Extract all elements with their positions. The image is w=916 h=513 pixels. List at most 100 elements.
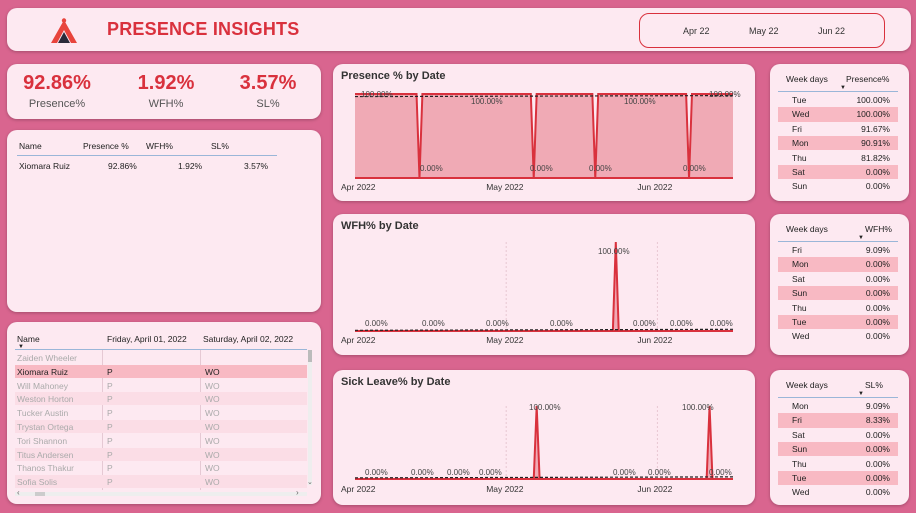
- table-row[interactable]: Sat 0.00%: [778, 428, 898, 442]
- attendance-cell-apr01: P: [107, 477, 113, 488]
- company-logo-icon: [51, 18, 77, 43]
- weekday-cell-day: Wed: [792, 109, 810, 120]
- slicer-option-jun[interactable]: Jun 22: [818, 26, 845, 36]
- data-label: 0.00%: [420, 164, 443, 173]
- table-row[interactable]: Thanos Thakur P WO: [15, 461, 307, 474]
- weekday-header-value[interactable]: Presence%: [846, 74, 889, 84]
- weekday-cell-value: 0.00%: [865, 259, 890, 270]
- data-label: 0.00%: [530, 164, 553, 173]
- x-tick-label: Jun 2022: [637, 335, 672, 345]
- table-row[interactable]: Weston Horton P WO: [15, 392, 307, 406]
- trend-line: [354, 476, 734, 479]
- weekday-header-divider: [778, 397, 898, 398]
- table-row[interactable]: Tori Shannon P WO: [15, 434, 307, 447]
- attendance-header-apr01[interactable]: Friday, April 01, 2022: [107, 334, 187, 344]
- data-label: 100.00%: [624, 97, 656, 106]
- weekday-cell-day: Tue: [792, 317, 807, 327]
- vertical-scrollbar[interactable]: [308, 350, 312, 485]
- table-row[interactable]: Trystan Ortega P WO: [15, 420, 307, 433]
- weekday-cell-day: Fri: [792, 245, 802, 255]
- attendance-cell-apr02: WO: [205, 477, 220, 488]
- table-row[interactable]: Mon 9.09%: [778, 399, 898, 413]
- weekday-header-value[interactable]: WFH%: [865, 224, 892, 234]
- summary-header-sl[interactable]: SL%: [211, 141, 229, 151]
- table-row[interactable]: Mon 90.91%: [778, 136, 898, 151]
- summary-cell-name: Xiomara Ruiz: [19, 161, 71, 171]
- summary-cell-presence: 92.86%: [108, 161, 137, 171]
- attendance-cell-apr01: P: [107, 408, 113, 419]
- table-row[interactable]: Tue 0.00%: [778, 315, 898, 330]
- attendance-cell-apr02: WO: [205, 435, 220, 446]
- weekday-cell-value: 0.00%: [865, 458, 890, 469]
- wfh-chart[interactable]: WFH% by Date 0.00% 0.00% 0.00% 0.00% 100.00%…: [333, 214, 755, 355]
- table-row[interactable]: Fri 91.67%: [778, 122, 898, 136]
- attendance-cell-apr02: WO: [205, 366, 220, 377]
- weekday-header-day[interactable]: Week days: [786, 380, 828, 390]
- x-tick-label: Jun 2022: [637, 484, 672, 494]
- summary-header-name[interactable]: Name: [19, 141, 42, 151]
- attendance-cell-name: Tucker Austin: [17, 408, 69, 419]
- table-row[interactable]: Fri 9.09%: [778, 243, 898, 257]
- data-label: 0.00%: [670, 319, 693, 328]
- weekday-sl-table: Week days SL% ▼ Mon 9.09% Fri 8.33% Sat 0.00% Sun…: [770, 370, 909, 505]
- attendance-cell-apr01: P: [107, 394, 113, 405]
- weekday-cell-day: Sun: [792, 288, 808, 299]
- weekday-cell-value: 100.00%: [856, 109, 890, 120]
- table-row[interactable]: Titus Andersen P WO: [15, 447, 307, 461]
- attendance-cell-name: Titus Andersen: [17, 449, 74, 460]
- weekday-cell-day: Sun: [792, 444, 808, 455]
- table-row[interactable]: Sun 0.00%: [778, 286, 898, 301]
- scroll-left-icon[interactable]: ‹: [17, 488, 20, 497]
- table-row[interactable]: Xiomara Ruiz P WO: [15, 364, 307, 378]
- attendance-cell-apr02: WO: [205, 394, 220, 405]
- x-tick-label: May 2022: [486, 182, 524, 192]
- weekday-header-value[interactable]: SL%: [865, 380, 883, 390]
- table-row[interactable]: Sat 0.00%: [778, 165, 898, 180]
- presence-chart-plot: 100.00% 100.00% 100.00% 100.00% 0.00% 0.00% 0.…: [341, 90, 741, 192]
- weekday-cell-value: 8.33%: [865, 415, 890, 426]
- weekday-cell-value: 0.00%: [865, 444, 890, 455]
- table-row[interactable]: Sat 0.00%: [778, 272, 898, 286]
- weekday-cell-value: 81.82%: [861, 152, 890, 163]
- kpi-card: 92.86% Presence% 1.92% WFH% 3.57% SL%: [7, 64, 321, 119]
- table-row[interactable]: Sofia Solis P WO: [15, 475, 307, 489]
- attendance-cell-apr01: P: [107, 435, 113, 446]
- table-row[interactable]: Wed 0.00%: [778, 485, 898, 499]
- slicer-option-may[interactable]: May 22: [749, 26, 779, 36]
- table-row[interactable]: Wed 0.00%: [778, 329, 898, 343]
- data-label: 0.00%: [709, 468, 732, 477]
- horizontal-scrollbar[interactable]: [15, 492, 307, 496]
- attendance-cell-apr01: P: [107, 449, 113, 460]
- table-row[interactable]: Thu 0.00%: [778, 301, 898, 315]
- table-row[interactable]: Tucker Austin P WO: [15, 406, 307, 419]
- table-row[interactable]: Thu 81.82%: [778, 151, 898, 165]
- attendance-cell-apr02: WO: [205, 422, 220, 432]
- table-row[interactable]: Thu 0.00%: [778, 457, 898, 471]
- attendance-header-apr02[interactable]: Saturday, April 02, 2022: [203, 334, 293, 344]
- summary-header-divider: [17, 155, 277, 156]
- table-row[interactable]: Tue 100.00%: [778, 93, 898, 107]
- scroll-right-icon[interactable]: ›: [296, 488, 299, 497]
- table-row[interactable]: Mon 0.00%: [778, 257, 898, 272]
- summary-header-wfh[interactable]: WFH%: [146, 141, 173, 151]
- sick-leave-chart[interactable]: Sick Leave% by Date 0.00% 0.00% 0.00% 0.00%…: [333, 370, 755, 505]
- weekday-header-day[interactable]: Week days: [786, 224, 828, 234]
- table-row[interactable]: Will Mahoney P WO: [15, 379, 307, 392]
- table-row[interactable]: Wed 100.00%: [778, 107, 898, 122]
- table-row[interactable]: Zaiden Wheeler: [15, 351, 307, 364]
- summary-header-presence[interactable]: Presence %: [83, 141, 129, 151]
- table-row[interactable]: Fri 8.33%: [778, 413, 898, 428]
- month-slicer[interactable]: Apr 22 May 22 Jun 22: [639, 13, 885, 48]
- table-row[interactable]: Tue 0.00%: [778, 471, 898, 486]
- weekday-header-day[interactable]: Week days: [786, 74, 828, 84]
- attendance-header-name[interactable]: Name: [17, 334, 40, 344]
- table-row[interactable]: Sun 0.00%: [778, 442, 898, 457]
- attendance-cell-name: Sofia Solis: [17, 477, 58, 488]
- scroll-down-icon[interactable]: ⌄: [307, 478, 313, 486]
- x-tick-label: Apr 2022: [341, 182, 376, 192]
- data-label: 0.00%: [422, 319, 445, 328]
- weekday-cell-day: Mon: [792, 401, 809, 411]
- presence-chart[interactable]: Presence % by Date 100.00% 100.00% 100.00%…: [333, 64, 755, 201]
- slicer-option-apr[interactable]: Apr 22: [683, 26, 710, 36]
- table-row[interactable]: Sun 0.00%: [778, 179, 898, 193]
